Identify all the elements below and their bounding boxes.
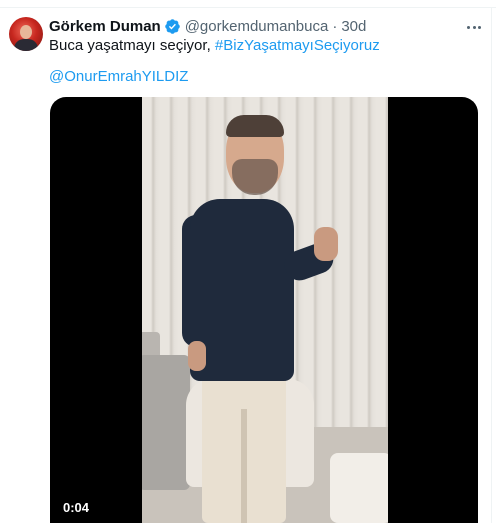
divider — [0, 7, 496, 8]
tweet[interactable]: Görkem Duman @gorkemdumanbuca · 30d Buca… — [0, 0, 496, 523]
tweet-text: Buca yaşatmayı seçiyor, #BizYaşatmayıSeç… — [49, 36, 380, 56]
avatar-body — [14, 39, 38, 51]
display-name[interactable]: Görkem Duman — [49, 18, 161, 35]
person-hair — [226, 115, 284, 137]
tweet-time[interactable]: 30d — [341, 18, 366, 35]
divider — [491, 7, 492, 523]
background-chair — [142, 355, 190, 490]
avatar[interactable] — [9, 17, 43, 51]
more-dots-icon[interactable] — [463, 18, 485, 36]
tweet-mention-line: @OnurEmrahYILDIZ — [49, 67, 188, 87]
person-hand-right — [314, 227, 338, 261]
video-player[interactable]: 0:04 — [50, 97, 478, 523]
tweet-text-plain: Buca yaşatmayı seçiyor, — [49, 37, 215, 54]
verified-badge-icon — [164, 18, 181, 35]
background-sofa — [330, 453, 388, 523]
video-timestamp: 0:04 — [59, 498, 94, 517]
tweet-header: Görkem Duman @gorkemdumanbuca · 30d — [49, 16, 366, 36]
person-hand-left — [188, 341, 206, 371]
separator: · — [332, 17, 338, 35]
avatar-face — [20, 25, 32, 39]
user-handle[interactable]: @gorkemdumanbuca — [185, 18, 329, 35]
video-frame — [142, 97, 388, 523]
hashtag-link[interactable]: #BizYaşatmayıSeçiyoruz — [215, 37, 380, 54]
person-pants-gap — [241, 409, 247, 523]
mention-link[interactable]: @OnurEmrahYILDIZ — [49, 68, 188, 85]
